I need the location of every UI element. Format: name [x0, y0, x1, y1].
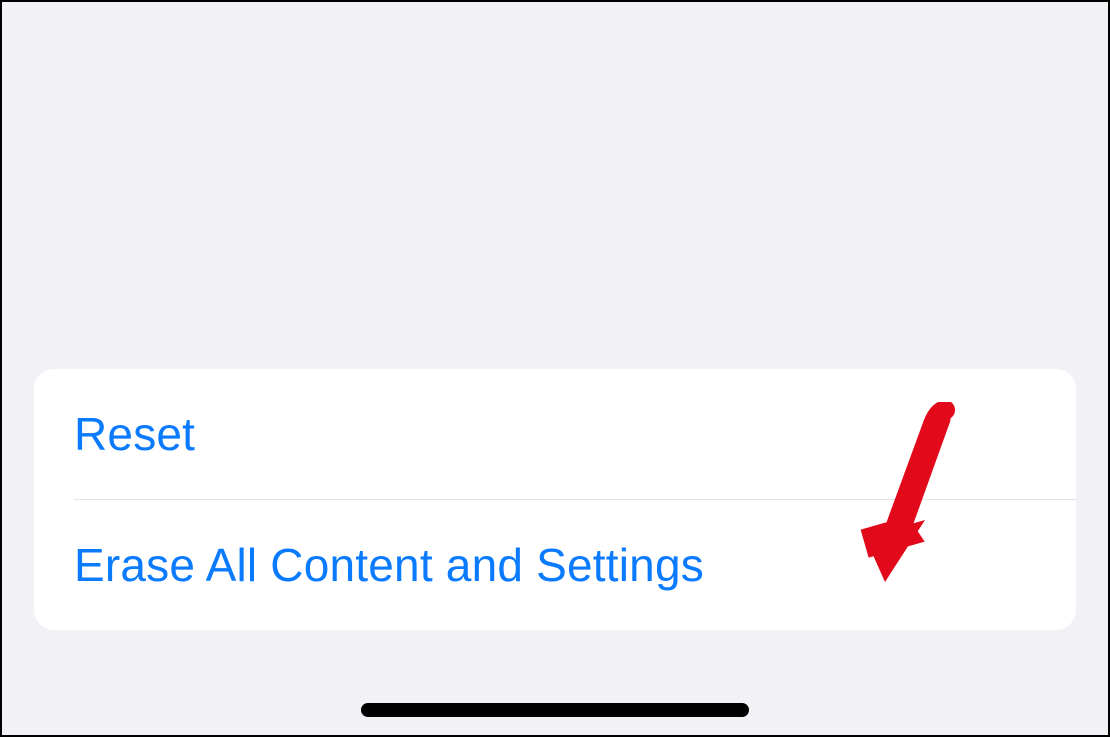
settings-group: Reset Erase All Content and Settings: [34, 369, 1076, 630]
erase-all-content-label: Erase All Content and Settings: [74, 538, 704, 592]
home-indicator[interactable]: [361, 703, 749, 717]
reset-row[interactable]: Reset: [34, 369, 1076, 499]
erase-all-content-row[interactable]: Erase All Content and Settings: [34, 500, 1076, 630]
reset-label: Reset: [74, 407, 195, 461]
